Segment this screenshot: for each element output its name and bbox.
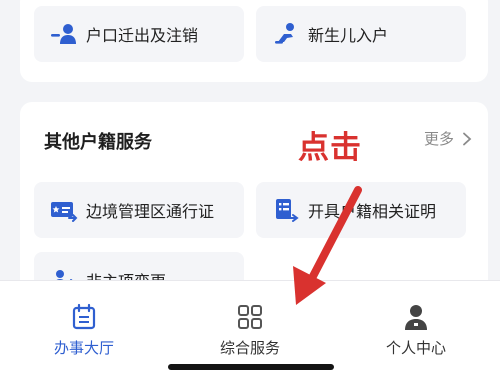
tab-personal-center[interactable]: 个人中心 <box>356 303 476 358</box>
tab-label: 个人中心 <box>385 339 446 357</box>
service-border-pass[interactable]: 边境管理区通行证 <box>34 182 244 238</box>
bottom-tab-bar: 办事大厅 综合服务 个人中心 <box>0 280 500 375</box>
service-label: 边境管理区通行证 <box>86 202 215 221</box>
chevron-right-icon <box>463 132 472 145</box>
more-link[interactable]: 更多 <box>424 128 474 149</box>
top-services-card: 户口迁出及注销 新生儿入户 <box>20 0 488 82</box>
service-label: 户口迁出及注销 <box>86 26 199 45</box>
service-hukou-move-out[interactable]: 户口迁出及注销 <box>34 6 244 62</box>
tab-service-hall[interactable]: 办事大厅 <box>24 303 144 358</box>
service-hukou-certificate[interactable]: 开具户籍相关证明 <box>256 182 466 238</box>
click-annotation: 点击 <box>298 130 362 166</box>
tab-label: 办事大厅 <box>53 339 114 357</box>
grid-apps-icon <box>238 305 262 329</box>
section-title: 其他户籍服务 <box>44 132 152 153</box>
calendar-list-icon <box>72 303 96 330</box>
service-label: 新生儿入户 <box>308 26 389 45</box>
pass-card-icon <box>50 196 78 224</box>
tab-label: 综合服务 <box>219 339 280 357</box>
tab-comprehensive-services[interactable]: 综合服务 <box>190 303 310 358</box>
service-newborn-registration[interactable]: 新生儿入户 <box>256 6 466 62</box>
home-indicator[interactable] <box>168 364 334 370</box>
service-label: 开具户籍相关证明 <box>308 202 437 221</box>
baby-crawl-icon <box>272 20 300 48</box>
document-list-icon <box>272 196 300 224</box>
more-label: 更多 <box>423 130 454 148</box>
app-screen: 户口迁出及注销 新生儿入户 其他户籍服务 更多 边境管理区通行证 开具户籍相关证… <box>0 0 500 375</box>
person-minus-icon <box>50 20 78 48</box>
person-icon <box>405 305 427 330</box>
other-services-card: 其他户籍服务 更多 边境管理区通行证 开具户籍相关证明 <box>20 102 488 302</box>
